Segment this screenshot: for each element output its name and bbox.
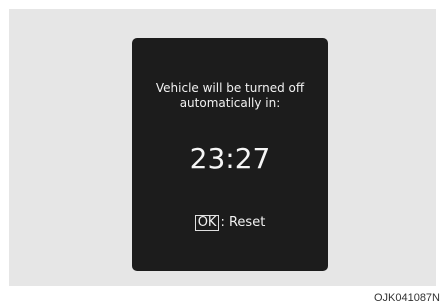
message-line-2: automatically in:	[179, 96, 281, 110]
auto-off-message: Vehicle will be turned off automatically…	[132, 81, 328, 111]
message-line-1: Vehicle will be turned off	[155, 81, 305, 95]
reset-hint: OK: Reset	[132, 214, 328, 231]
countdown-timer: 23:27	[189, 142, 271, 175]
ok-button-key[interactable]: OK	[194, 215, 220, 231]
cluster-display: Vehicle will be turned off automatically…	[132, 38, 328, 271]
reset-label: : Reset	[220, 215, 266, 230]
figure-code: OJK041087N	[373, 292, 440, 304]
